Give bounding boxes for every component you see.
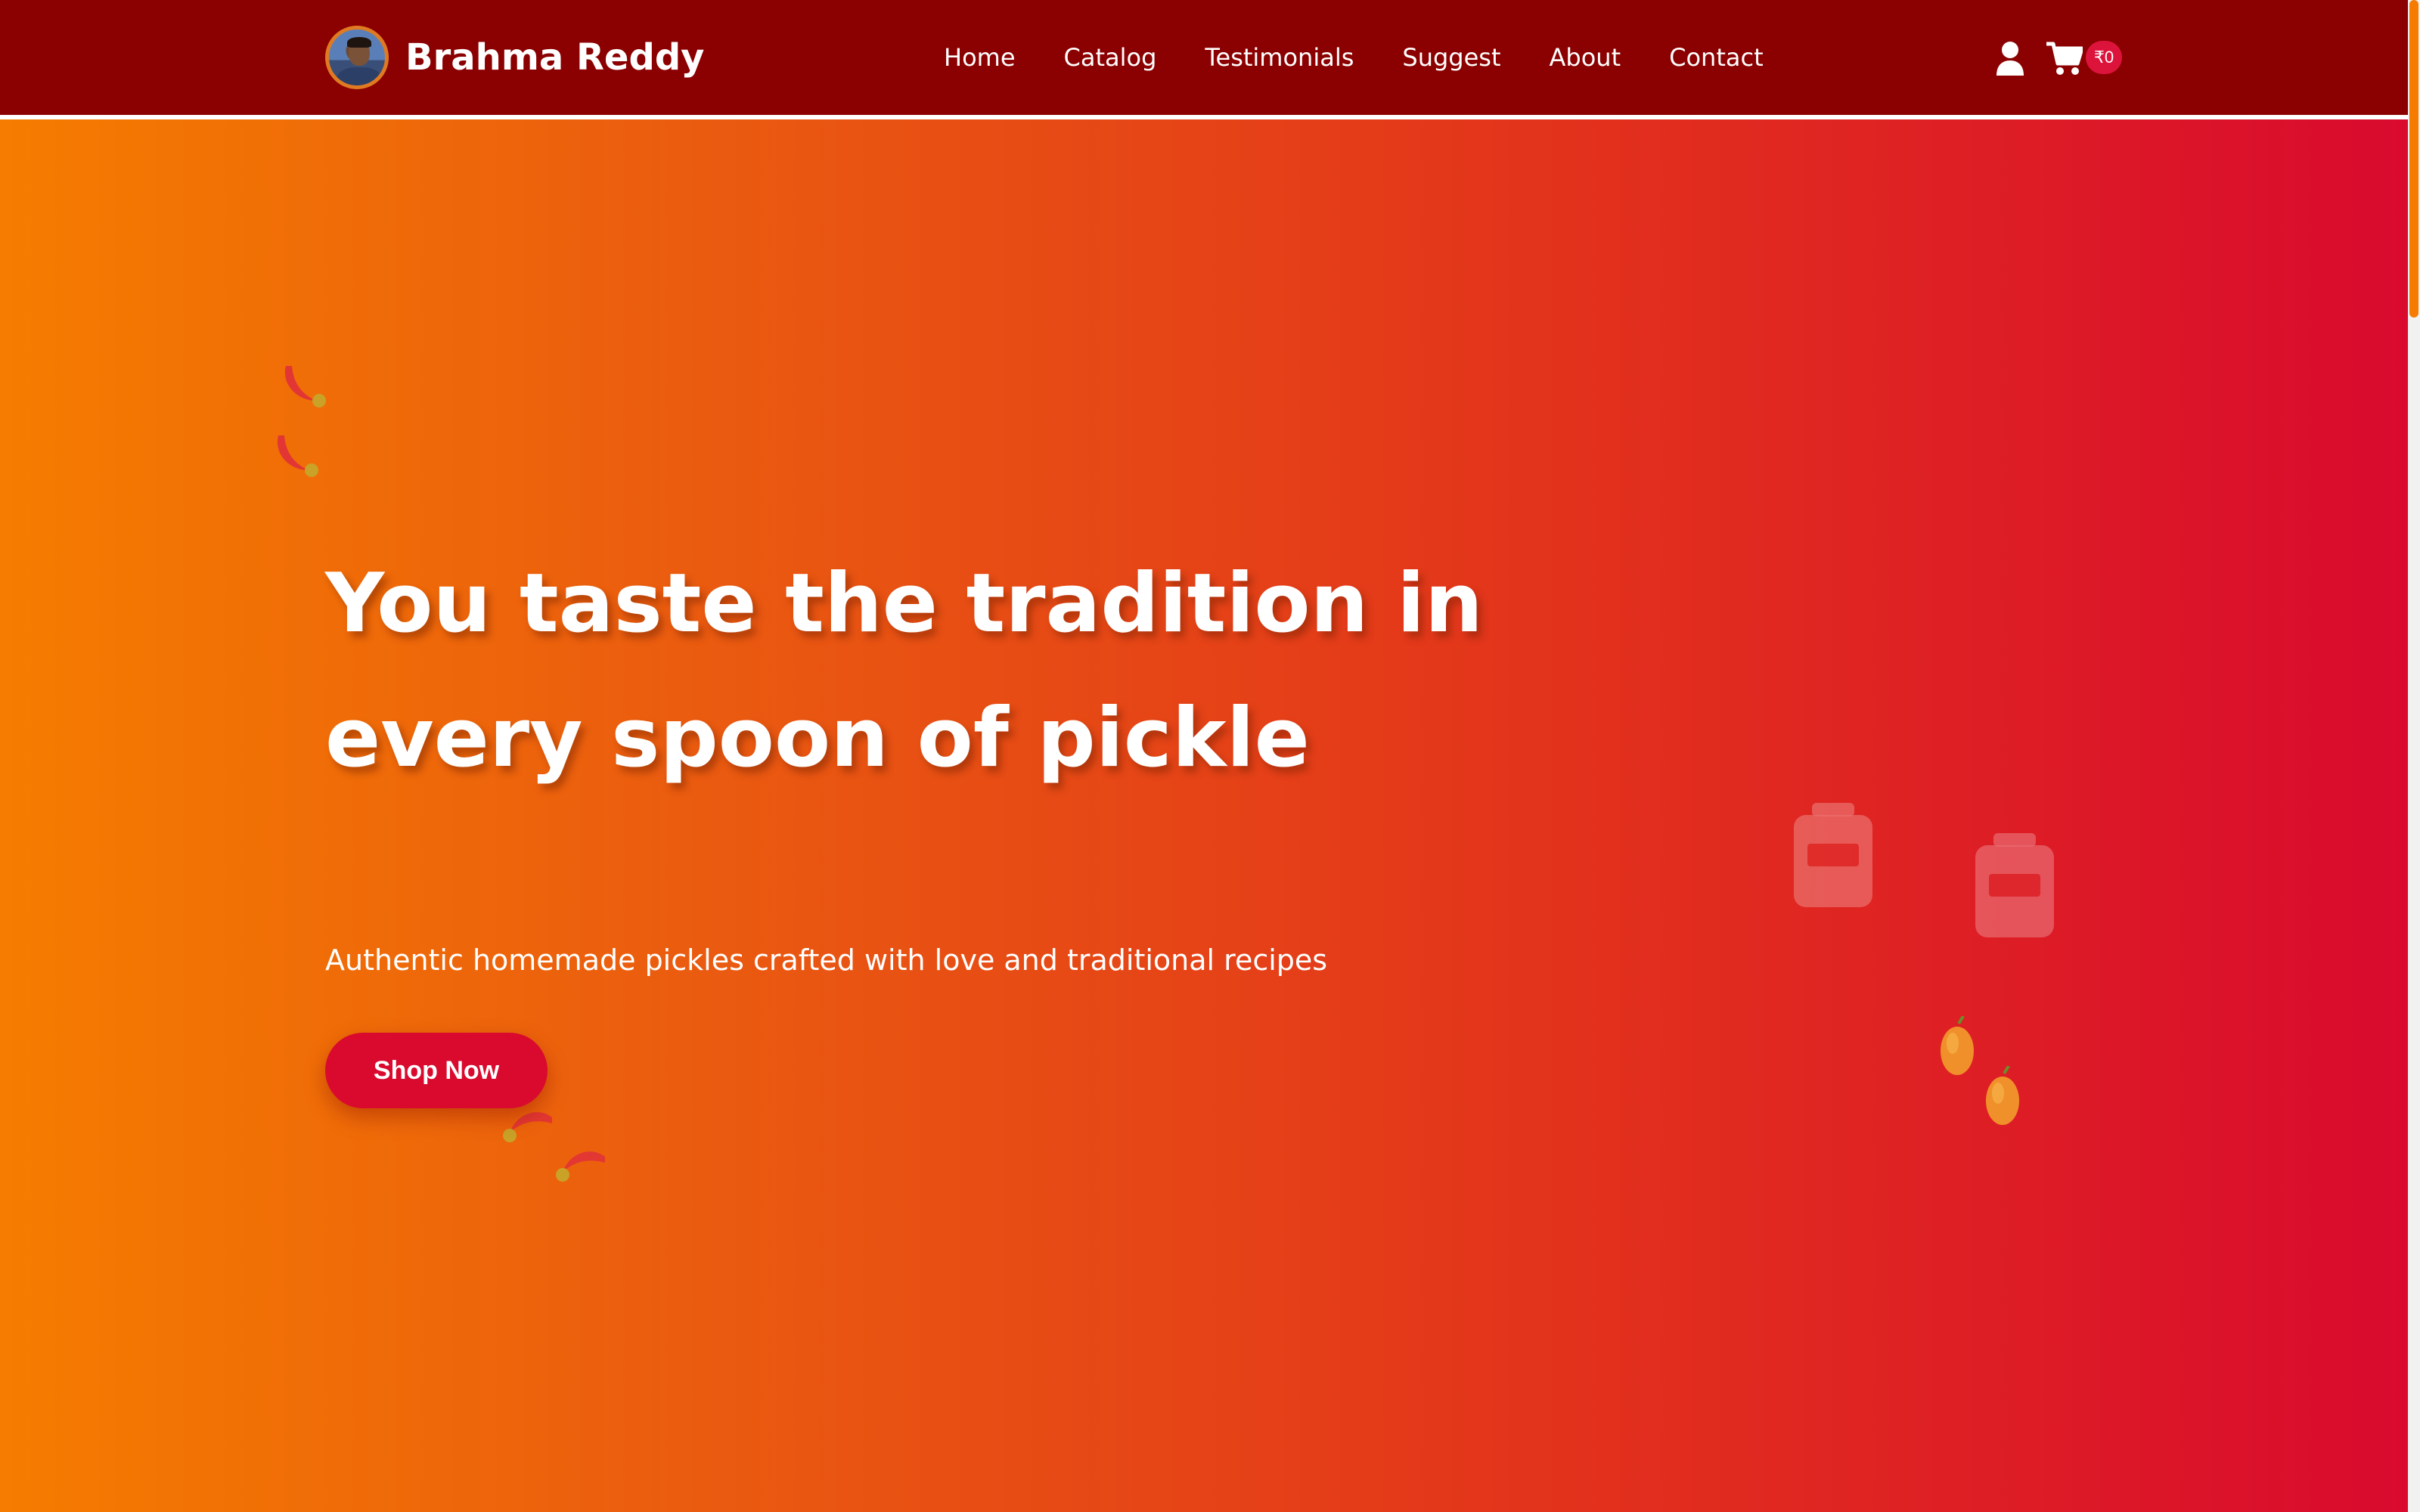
chili-icon — [503, 1112, 552, 1142]
nav-suggest[interactable]: Suggest — [1402, 36, 1500, 79]
jar-icon — [1975, 833, 2054, 937]
avatar — [325, 26, 389, 89]
hero-title: You taste the tradition in every spoon o… — [325, 556, 1483, 785]
nav-about[interactable]: About — [1550, 36, 1621, 79]
chili-icon — [556, 1151, 605, 1182]
mango-icon — [1986, 1066, 2019, 1125]
brand-name: Brahma Reddy — [405, 36, 705, 79]
mango-icon — [1941, 1016, 1974, 1075]
hero-subtitle: Authentic homemade pickles crafted with … — [325, 943, 1328, 977]
nav-catalog[interactable]: Catalog — [1064, 36, 1157, 79]
nav-home[interactable]: Home — [944, 36, 1016, 79]
chili-icon — [277, 435, 318, 477]
nav-testimonials[interactable]: Testimonials — [1205, 36, 1354, 79]
page: Brahma Reddy Home Catalog Testimonials S… — [0, 0, 2408, 1512]
scrollbar-thumb[interactable] — [2409, 0, 2418, 318]
shop-now-button[interactable]: Shop Now — [325, 1033, 548, 1108]
chili-icon — [284, 366, 326, 407]
cart-count-badge: ₹0 — [2086, 41, 2122, 74]
user-icon[interactable] — [1995, 41, 2025, 76]
cart-icon[interactable] — [2046, 41, 2083, 76]
nav-contact[interactable]: Contact — [1669, 36, 1764, 79]
jar-icon — [1794, 803, 1872, 907]
brand[interactable]: Brahma Reddy — [325, 23, 704, 92]
navbar: Brahma Reddy Home Catalog Testimonials S… — [0, 0, 2408, 119]
hero-section — [0, 119, 2408, 1512]
main-nav: Home Catalog Testimonials Suggest About … — [944, 36, 1812, 79]
